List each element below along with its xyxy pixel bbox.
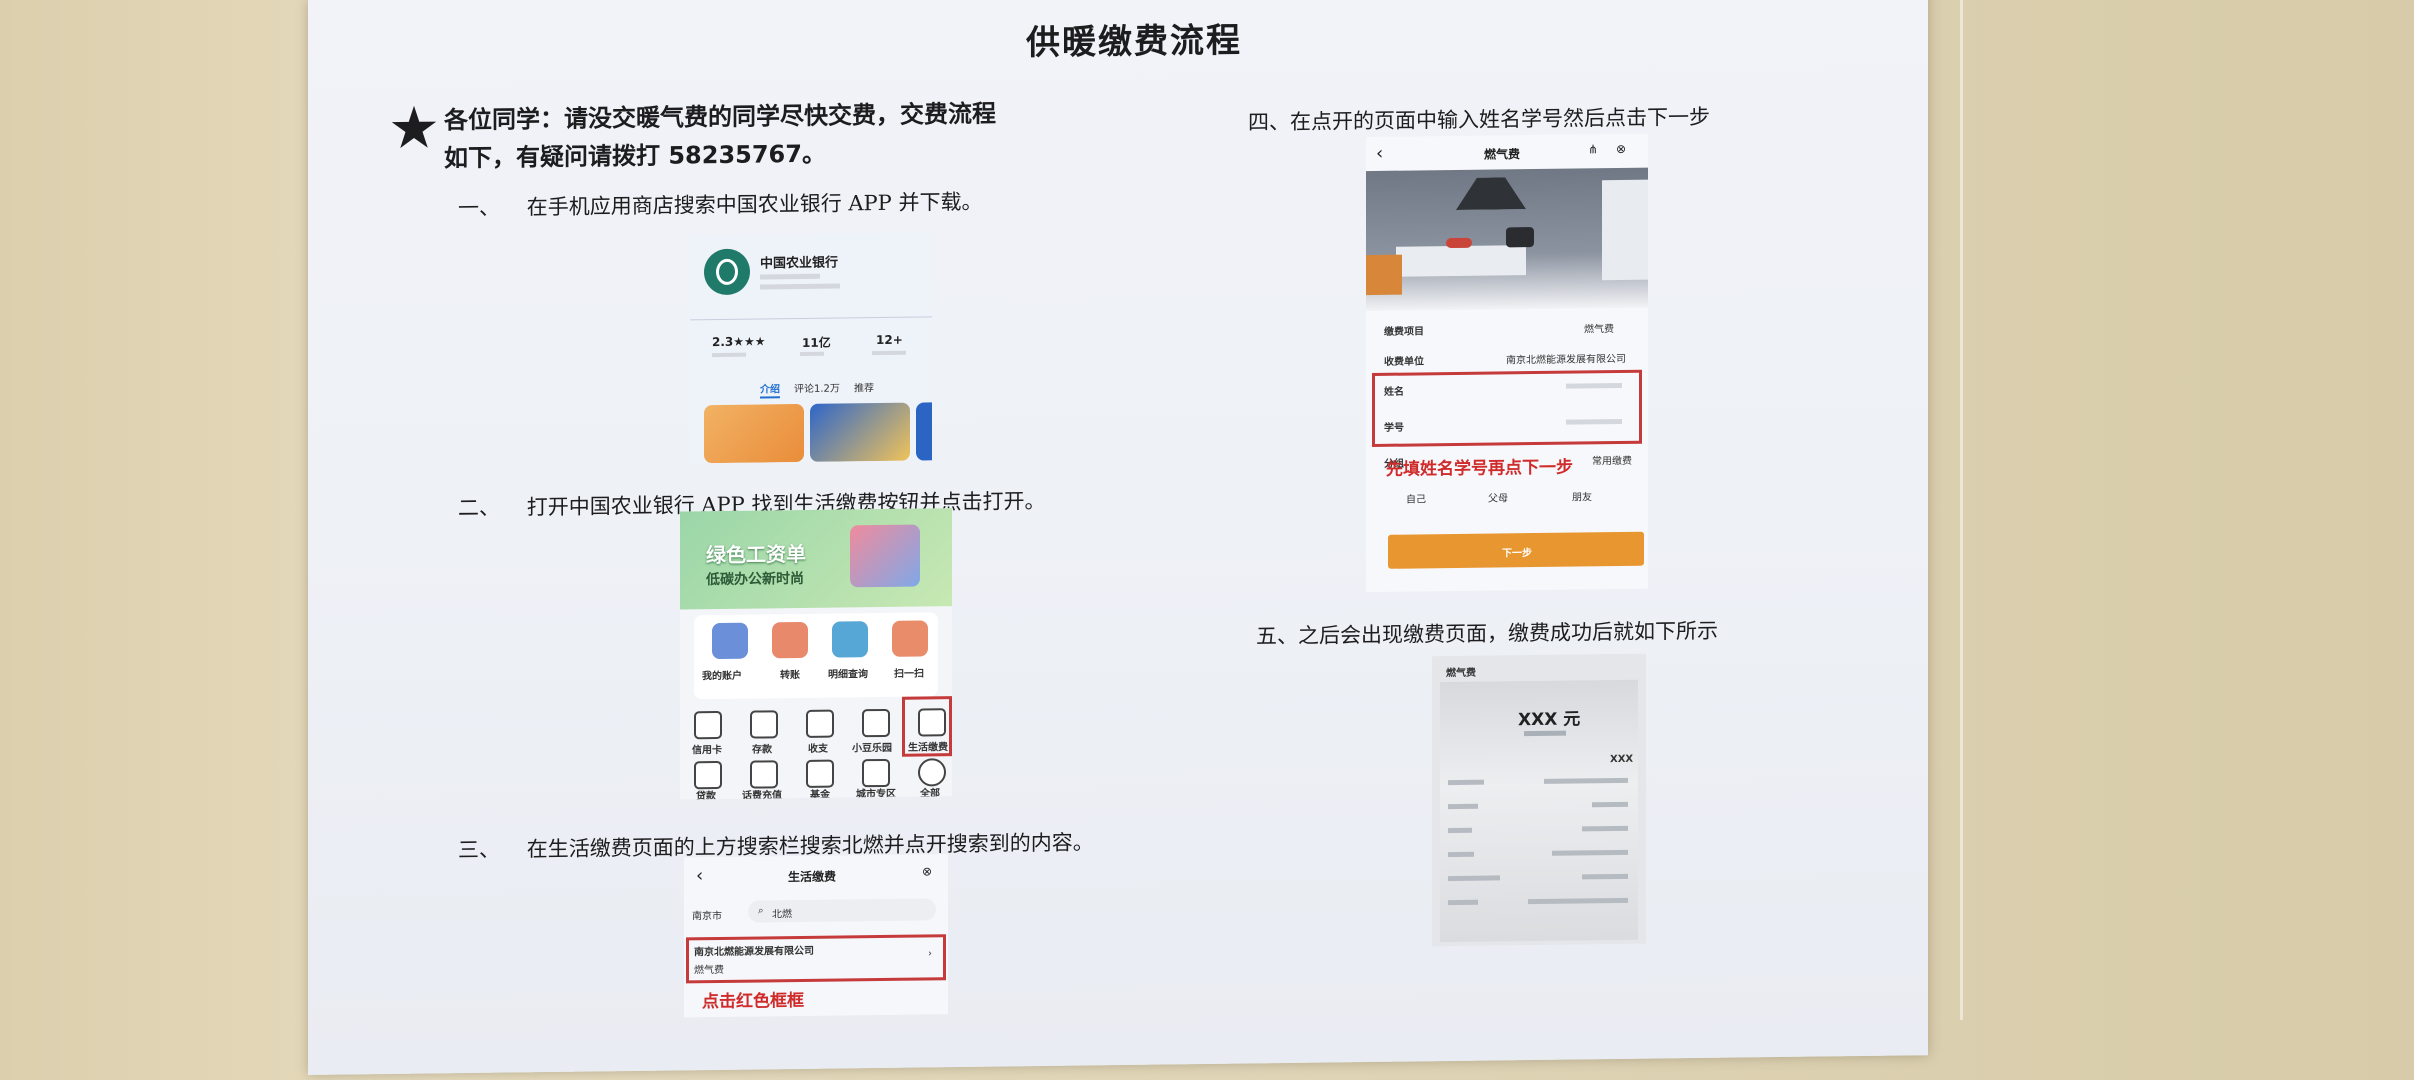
menu-credit-card[interactable]: 信用卡 — [692, 741, 722, 756]
search-icon: ⌕ — [758, 905, 764, 917]
click-red-box-note: 点击红色框框 — [702, 990, 804, 1013]
menu-bean-park[interactable]: 小豆乐园 — [852, 739, 892, 754]
chevron-right-icon: › — [928, 948, 932, 960]
result-title: 燃气费 — [1446, 667, 1476, 680]
step-2-num: 二、 — [458, 495, 500, 521]
next-step-label: 下一步 — [1502, 548, 1532, 560]
step-1-text: 在手机应用商店搜索中国农业银行 APP 并下载。 — [526, 189, 983, 220]
utility-search-screenshot: ‹ 生活缴费 ⊗ 南京市 ⌕ 北燃 南京北燃能源发展有限公司 燃气费 › 点击红… — [684, 854, 948, 1018]
field-label-item: 缴费项目 — [1384, 326, 1424, 338]
statement-icon[interactable] — [832, 621, 868, 658]
step-5-num: 五、 — [1256, 623, 1298, 649]
search-input[interactable]: ⌕ 北燃 — [748, 898, 936, 923]
form-title: 燃气费 — [1484, 147, 1521, 162]
menu-fund[interactable]: 基金 — [810, 786, 830, 800]
chip-friends[interactable]: 朋友 — [1572, 488, 1592, 503]
menu-transfer[interactable]: 转账 — [780, 666, 800, 681]
name-label: 姓名 — [1384, 386, 1404, 398]
deposit-icon[interactable] — [750, 710, 778, 739]
app-store-screenshot: 中国农业银行 2.3★★★ 11亿 12+ 介绍 评论1.2万 推荐 — [690, 232, 932, 464]
search-result-type: 燃气费 — [694, 964, 724, 977]
balance-icon[interactable] — [806, 709, 834, 738]
star-icon: ★ — [388, 93, 440, 163]
scan-icon[interactable] — [892, 620, 928, 657]
group-value[interactable]: 常用缴费 — [1592, 452, 1632, 467]
close-icon[interactable]: ⊗ — [922, 864, 932, 878]
menu-city-zone[interactable]: 城市专区 — [856, 785, 896, 800]
menu-my-account[interactable]: 我的账户 — [702, 667, 742, 682]
tab-reviews[interactable]: 评论1.2万 — [794, 380, 840, 396]
step-4-num: 四、 — [1248, 110, 1290, 135]
city-zone-icon[interactable] — [862, 758, 890, 788]
search-page-title: 生活缴费 — [788, 869, 837, 885]
transfer-icon[interactable] — [772, 621, 808, 659]
step-1-num: 一、 — [458, 195, 500, 221]
page-title: 供暖缴费流程 — [1026, 20, 1242, 64]
menu-scan[interactable]: 扫一扫 — [894, 664, 924, 679]
step-3-num: 三、 — [458, 837, 500, 863]
menu-income[interactable]: 收支 — [808, 740, 828, 755]
app-rating: 2.3★★★ — [712, 334, 766, 350]
step-1: 一、 在手机应用商店搜索中国农业银行 APP 并下载。 — [458, 186, 982, 222]
app-age-rating: 12+ — [876, 332, 903, 348]
menu-statement[interactable]: 明细查询 — [828, 665, 868, 680]
banner-title: 绿色工资单 — [706, 541, 806, 568]
gas-fee-form-screenshot: ‹ 燃气费 ⋔ ⊗ 缴费项目 燃气费 收费单位 南京北燃能源发展有限公司 姓名 … — [1366, 133, 1648, 593]
phone-topup-icon[interactable] — [750, 760, 778, 789]
bank-home-screenshot: 绿色工资单 低碳办公新时尚 我的账户 转账 明细查询 扫一扫 信用卡 存款 收支… — [680, 508, 952, 800]
preview-image-2 — [810, 402, 910, 462]
student-id-input[interactable] — [1526, 416, 1626, 429]
app-downloads: 11亿 — [802, 335, 831, 350]
chip-self[interactable]: 自己 — [1406, 490, 1426, 505]
kitchen-banner — [1366, 167, 1648, 312]
step-5: 五、之后会出现缴费页面，缴费成功后就如下所示 — [1256, 615, 1718, 651]
account-icon[interactable] — [712, 622, 748, 660]
field-value-item: 燃气费 — [1584, 324, 1614, 336]
back-icon-2[interactable]: ‹ — [1376, 143, 1383, 164]
amount-text: XXX 元 — [1518, 709, 1581, 731]
name-input[interactable] — [1526, 380, 1626, 393]
close-icon-2[interactable]: ⊗ — [1616, 142, 1626, 156]
payment-result-screenshot: 燃气费 XXX 元 XXX — [1432, 653, 1646, 947]
utility-highlight-box — [902, 696, 952, 757]
app-name: 中国农业银行 — [760, 255, 839, 272]
step-4: 四、在点开的页面中输入姓名学号然后点击下一步 — [1248, 101, 1710, 137]
menu-phone-topup[interactable]: 话费充值 — [742, 786, 782, 799]
amount-small: XXX — [1610, 753, 1634, 766]
next-step-button[interactable]: 下一步 — [1388, 531, 1644, 569]
all-icon[interactable] — [918, 758, 946, 787]
chip-parents[interactable]: 父母 — [1488, 489, 1508, 504]
result-highlight-box — [686, 934, 946, 984]
intro-line-1: 各位同学：请没交暖气费的同学尽快交费，交费流程 — [444, 99, 996, 135]
field-value-unit: 南京北燃能源发展有限公司 — [1506, 353, 1626, 367]
student-id-label: 学号 — [1384, 422, 1404, 434]
tab-recommend[interactable]: 推荐 — [854, 379, 874, 394]
banner-subtitle: 低碳办公新时尚 — [706, 570, 804, 589]
share-icon[interactable]: ⋔ — [1588, 142, 1598, 156]
tab-intro[interactable]: 介绍 — [760, 380, 780, 395]
fund-icon[interactable] — [806, 759, 834, 788]
search-query: 北燃 — [772, 909, 792, 921]
menu-all[interactable]: 全部 — [920, 784, 940, 799]
field-label-unit: 收费单位 — [1384, 356, 1424, 368]
notice-paper: 供暖缴费流程 ★ 各位同学：请没交暖气费的同学尽快交费，交费流程 如下，有疑问请… — [308, 0, 1928, 1075]
preview-image-1 — [704, 403, 804, 464]
abc-logo-icon — [704, 248, 750, 296]
fill-name-id-hint: 先填姓名学号再点下一步 — [1386, 457, 1573, 480]
back-icon[interactable]: ‹ — [696, 865, 703, 886]
menu-loan[interactable]: 贷款 — [696, 787, 716, 799]
banner-graphic — [850, 524, 920, 588]
step-4-text: 在点开的页面中输入姓名学号然后点击下一步 — [1290, 104, 1710, 135]
credit-card-icon[interactable] — [694, 710, 722, 740]
loan-icon[interactable] — [694, 760, 722, 790]
menu-deposit[interactable]: 存款 — [752, 740, 772, 755]
bean-park-icon[interactable] — [862, 708, 890, 738]
city-selector[interactable]: 南京市 — [692, 907, 722, 922]
intro-line-2: 如下，有疑问请拨打 58235767。 — [444, 139, 826, 173]
search-result-company[interactable]: 南京北燃能源发展有限公司 — [694, 942, 814, 958]
step-5-text: 之后会出现缴费页面，缴费成功后就如下所示 — [1298, 618, 1718, 648]
